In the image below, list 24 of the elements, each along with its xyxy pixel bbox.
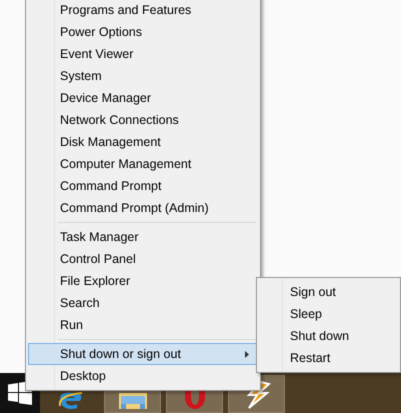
menu-item[interactable]: Shut down or sign out (28, 343, 258, 365)
menu-item[interactable]: File Explorer (28, 270, 258, 292)
menu-item[interactable]: Device Manager (28, 87, 258, 109)
folder-icon (118, 393, 146, 409)
menu-item[interactable]: Disk Management (28, 131, 258, 153)
menu-item[interactable]: Network Connections (28, 109, 258, 131)
menu-item[interactable]: Programs and Features (28, 0, 258, 21)
menu-item[interactable]: Command Prompt (Admin) (28, 197, 258, 219)
menu-item[interactable]: Run (28, 314, 258, 336)
menu-item[interactable]: System (28, 65, 258, 87)
menu-item[interactable]: Power Options (28, 21, 258, 43)
menu-item[interactable]: Search (28, 292, 258, 314)
menu-item[interactable]: Desktop (28, 365, 258, 387)
menu-item[interactable]: Restart (259, 347, 398, 369)
menu-item[interactable]: Task Manager (28, 226, 258, 248)
letter-o-icon (184, 391, 204, 409)
menu-item[interactable]: Sign out (259, 281, 398, 303)
menu-item[interactable]: Computer Management (28, 153, 258, 175)
menu-item[interactable]: Event Viewer (28, 43, 258, 65)
menu-item[interactable]: Control Panel (28, 248, 258, 270)
e-letter-icon (58, 392, 82, 410)
menu-item[interactable]: Sleep (259, 303, 398, 325)
menu-item[interactable]: Command Prompt (28, 175, 258, 197)
menu-item[interactable]: Shut down (259, 325, 398, 347)
